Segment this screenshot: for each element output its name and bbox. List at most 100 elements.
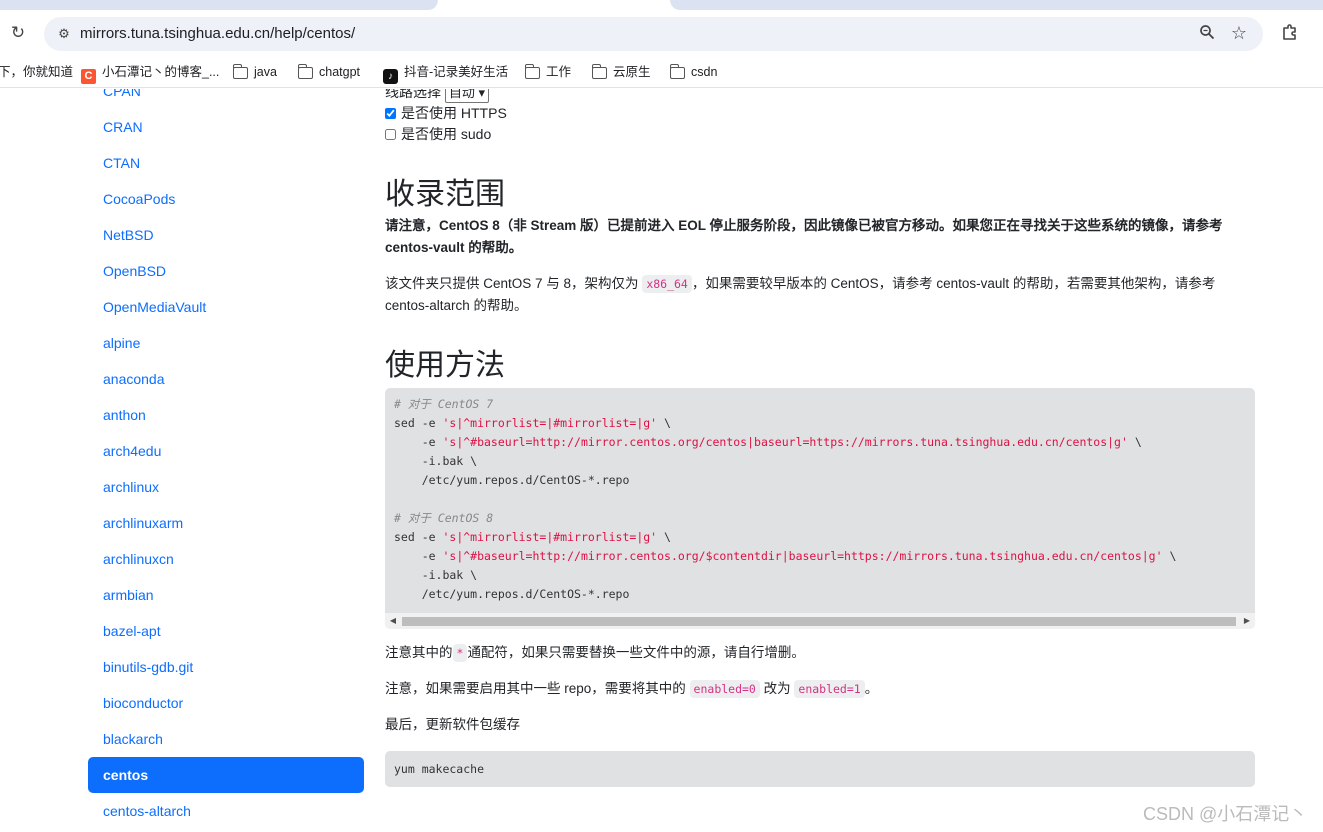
code-string: 's|^mirrorlist=|#mirrorlist=|g': [442, 530, 658, 544]
sidebar-item-archlinuxarm[interactable]: archlinuxarm: [88, 505, 364, 541]
zoom-icon[interactable]: [1197, 24, 1217, 44]
https-label: 是否使用 HTTPS: [401, 105, 507, 121]
enabled1-code: enabled=1: [794, 680, 865, 698]
scope-desc-text: 该文件夹只提供 CentOS 7 与 8，架构仅为: [385, 276, 639, 291]
reload-icon[interactable]: ↻: [8, 23, 28, 43]
code-content[interactable]: # 对于 CentOS 7 sed -e 's|^mirrorlist=|#mi…: [385, 388, 1255, 604]
line-select-row: 线路选择 自动 ▾: [385, 89, 490, 103]
sidebar-item-centos[interactable]: centos: [88, 757, 364, 793]
sidebar-item-blackarch[interactable]: blackarch: [88, 721, 364, 757]
sidebar-item-ctan[interactable]: CTAN: [88, 145, 364, 181]
section-heading-usage: 使用方法: [385, 349, 505, 382]
bookmark-folder[interactable]: java: [232, 64, 277, 80]
bookmark-label: chatgpt: [319, 65, 361, 79]
browser-toolbar: ↻ ⚙ mirrors.tuna.tsinghua.edu.cn/help/ce…: [0, 12, 1323, 56]
code-line: -e 's|^#baseurl=http://mirror.centos.org…: [394, 435, 1142, 449]
bookmark-folder[interactable]: chatgpt: [297, 64, 361, 80]
url-text[interactable]: mirrors.tuna.tsinghua.edu.cn/help/centos…: [80, 25, 355, 42]
note-text: 通配符，如果只需要替换一些文件中的源，请自行增删。: [467, 645, 805, 660]
sidebar-item-cpan[interactable]: CPAN: [88, 89, 364, 109]
line-select-label: 线路选择: [385, 89, 441, 100]
sidebar-item-anthon[interactable]: anthon: [88, 397, 364, 433]
code-block-sed[interactable]: # 对于 CentOS 7 sed -e 's|^mirrorlist=|#mi…: [385, 388, 1255, 629]
wildcard-code: *: [452, 644, 468, 662]
sidebar-item-centos-altarch[interactable]: centos-altarch: [88, 793, 364, 829]
sidebar-item-bazel-apt[interactable]: bazel-apt: [88, 613, 364, 649]
bookmark-label: csdn: [691, 65, 718, 79]
code-string: 's|^#baseurl=http://mirror.centos.org/$c…: [442, 549, 1163, 563]
sidebar-item-openbsd[interactable]: OpenBSD: [88, 253, 364, 289]
update-cache-note: 最后，更新软件包缓存: [385, 717, 520, 732]
browser-tab-next[interactable]: [670, 0, 1323, 10]
bookmark-item[interactable]: ♪ 抖音-记录美好生活: [383, 64, 508, 84]
bookmark-label: 工作: [546, 65, 572, 79]
sudo-label: 是否使用 sudo: [401, 126, 492, 142]
address-bar[interactable]: ⚙ mirrors.tuna.tsinghua.edu.cn/help/cent…: [44, 17, 1263, 51]
sudo-checkbox[interactable]: [385, 129, 396, 140]
https-option: 是否使用 HTTPS: [385, 104, 507, 122]
sidebar-item-cocoapods[interactable]: CocoaPods: [88, 181, 364, 217]
scroll-thumb[interactable]: [402, 617, 1236, 626]
code-line: # 对于 CentOS 7: [394, 397, 493, 411]
note-text: 注意其中的: [385, 645, 453, 660]
https-checkbox[interactable]: [385, 108, 396, 119]
folder-icon: [669, 64, 685, 79]
folder-icon: [524, 64, 540, 79]
bookmark-folder[interactable]: 工作: [524, 64, 572, 80]
scroll-right-icon[interactable]: ▶: [1239, 613, 1255, 629]
section-heading-scope: 收录范围: [385, 178, 505, 211]
bookmark-folder[interactable]: 云原生: [591, 64, 651, 80]
note-text: 注意，如果需要启用其中一些 repo，需要将其中的: [385, 681, 686, 696]
extensions-icon[interactable]: [1279, 23, 1301, 45]
note-text: 。: [864, 681, 879, 696]
sidebar-item-anaconda[interactable]: anaconda: [88, 361, 364, 397]
bookmark-item[interactable]: C 小石潭记丶的博客_...: [81, 64, 219, 84]
bookmark-label: 云原生: [613, 65, 651, 79]
code-line: /etc/yum.repos.d/CentOS-*.repo: [394, 473, 630, 487]
site-info-icon[interactable]: ⚙: [54, 24, 74, 44]
page-viewport: CPAN CRAN CTAN CocoaPods NetBSD OpenBSD …: [0, 89, 1323, 832]
sidebar-item-bioconductor[interactable]: bioconductor: [88, 685, 364, 721]
scope-description: 该文件夹只提供 CentOS 7 与 8，架构仅为 x86_64 ，如果需要较早版…: [385, 273, 1255, 317]
folder-icon: [232, 64, 248, 79]
code-scrollbar[interactable]: ◀ ▶: [385, 613, 1255, 629]
code-comment: # 对于 CentOS 8: [394, 511, 494, 525]
code-line: -i.bak \: [394, 454, 478, 468]
browser-tab-previous[interactable]: [0, 0, 438, 10]
sidebar-item-alpine[interactable]: alpine: [88, 325, 364, 361]
bookmark-folder[interactable]: csdn: [669, 64, 718, 80]
code-line: sed -e 's|^mirrorlist=|#mirrorlist=|g' \: [394, 416, 671, 430]
sidebar-item-openmediavault[interactable]: OpenMediaVault: [88, 289, 364, 325]
makecache-code[interactable]: yum makecache: [385, 751, 1255, 779]
note-text: 改为: [763, 681, 791, 696]
sudo-option: 是否使用 sudo: [385, 125, 491, 143]
arch-code: x86_64: [642, 275, 692, 293]
bookmark-label: 下，你就知道: [0, 65, 74, 79]
bookmark-label: java: [254, 65, 277, 79]
tiktok-icon: ♪: [383, 69, 398, 84]
bookmarks-bar: 下，你就知道 C 小石潭记丶的博客_... java chatgpt ♪ 抖音-记录…: [0, 56, 1323, 88]
bookmark-item[interactable]: 下，你就知道: [0, 64, 73, 80]
wildcard-note: 注意其中的 * 通配符，如果只需要替换一些文件中的源，请自行增删。: [385, 642, 1255, 664]
sidebar-item-archlinuxcn[interactable]: archlinuxcn: [88, 541, 364, 577]
line-select[interactable]: 自动 ▾: [444, 89, 490, 103]
sidebar-item-archlinux[interactable]: archlinux: [88, 469, 364, 505]
code-line: # 对于 CentOS 8: [394, 511, 493, 525]
eol-note: 请注意，CentOS 8（非 Stream 版）已提前进入 EOL 停止服务阶段…: [385, 218, 1223, 255]
code-string: 's|^#baseurl=http://mirror.centos.org/ce…: [442, 435, 1128, 449]
code-line: -i.bak \: [394, 568, 478, 582]
sidebar-item-armbian[interactable]: armbian: [88, 577, 364, 613]
sidebar-item-cran[interactable]: CRAN: [88, 109, 364, 145]
bookmark-star-icon[interactable]: ☆: [1229, 23, 1249, 43]
csdn-watermark: CSDN @小石潭记丶: [1143, 804, 1308, 824]
code-string: 's|^mirrorlist=|#mirrorlist=|g': [442, 416, 658, 430]
folder-icon: [591, 64, 607, 79]
code-comment: # 对于 CentOS 7: [394, 397, 494, 411]
code-line: /etc/yum.repos.d/CentOS-*.repo: [394, 587, 630, 601]
enabled0-code: enabled=0: [689, 680, 760, 698]
scroll-left-icon[interactable]: ◀: [385, 613, 401, 629]
sidebar-item-arch4edu[interactable]: arch4edu: [88, 433, 364, 469]
sidebar-item-binutils-gdb[interactable]: binutils-gdb.git: [88, 649, 364, 685]
code-block-makecache[interactable]: yum makecache: [385, 751, 1255, 787]
sidebar-item-netbsd[interactable]: NetBSD: [88, 217, 364, 253]
